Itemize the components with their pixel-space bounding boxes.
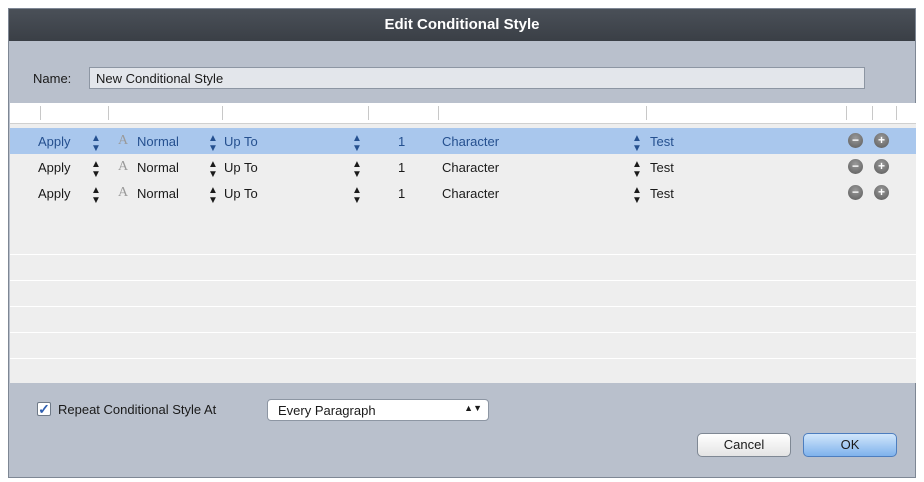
style-stepper-icon[interactable]: ▲ ▼	[208, 134, 218, 154]
mode-stepper-icon[interactable]: ▲ ▼	[352, 160, 362, 180]
character-style-icon: A	[118, 159, 129, 174]
minus-icon[interactable]: −	[848, 185, 863, 200]
apply-label: Apply	[38, 134, 71, 149]
character-style-icon: A	[118, 185, 129, 200]
edit-conditional-style-dialog: Edit Conditional Style Name: Apply ▲▼ A …	[8, 8, 916, 478]
count-field[interactable]: 1	[398, 186, 405, 201]
ok-button[interactable]: OK	[803, 433, 897, 457]
repeat-at-value: Every Paragraph	[278, 403, 376, 418]
apply-stepper-icon[interactable]: ▲ ▼	[91, 134, 101, 154]
conditions-table: Apply ▲ ▼ A Normal ▲ ▼ Up To ▲ ▼ 1 Characte…	[10, 103, 916, 383]
style-select[interactable]: Normal	[137, 186, 179, 201]
unit-stepper-icon[interactable]: ▲ ▼	[632, 160, 642, 180]
style-stepper-icon[interactable]: ▲ ▼	[208, 160, 218, 180]
apply-label: Apply	[38, 160, 71, 175]
target-select[interactable]: Test	[650, 186, 674, 201]
unit-stepper-icon[interactable]: ▲ ▼	[632, 134, 642, 154]
apply-stepper-icon[interactable]: ▲ ▼	[91, 186, 101, 206]
name-input[interactable]	[89, 67, 865, 89]
mode-select[interactable]: Up To	[224, 134, 258, 149]
unit-stepper-icon[interactable]: ▲ ▼	[632, 186, 642, 206]
target-select[interactable]: Test	[650, 134, 674, 149]
plus-icon[interactable]: +	[874, 159, 889, 174]
style-stepper-icon[interactable]: ▲ ▼	[208, 186, 218, 206]
repeat-label: Repeat Conditional Style At	[58, 402, 217, 417]
style-select[interactable]: Normal	[137, 134, 179, 149]
count-field[interactable]: 1	[398, 160, 405, 175]
unit-select[interactable]: Character	[442, 160, 499, 175]
table-row[interactable]: Apply ▲ ▼ A Normal ▲ ▼ Up To ▲ ▼ 1 Characte…	[10, 180, 916, 206]
target-select[interactable]: Test	[650, 160, 674, 175]
cancel-button[interactable]: Cancel	[697, 433, 791, 457]
apply-stepper-icon[interactable]: ▲ ▼	[91, 160, 101, 180]
plus-icon[interactable]: +	[874, 133, 889, 148]
plus-icon[interactable]: +	[874, 185, 889, 200]
mode-select[interactable]: Up To	[224, 160, 258, 175]
style-select[interactable]: Normal	[137, 160, 179, 175]
table-row[interactable]: Apply ▲ ▼ A Normal ▲ ▼ Up To ▲ ▼ 1 Characte…	[10, 128, 916, 154]
name-label: Name:	[33, 71, 72, 86]
mode-stepper-icon[interactable]: ▲ ▼	[352, 186, 362, 206]
minus-icon[interactable]: −	[848, 159, 863, 174]
dialog-title: Edit Conditional Style	[9, 9, 915, 41]
apply-label: Apply	[38, 186, 71, 201]
repeat-checkbox[interactable]: ✓	[37, 402, 51, 416]
table-row[interactable]: Apply ▲ ▼ A Normal ▲ ▼ Up To ▲ ▼ 1 Characte…	[10, 154, 916, 180]
unit-select[interactable]: Character	[442, 134, 499, 149]
unit-select[interactable]: Character	[442, 186, 499, 201]
mode-select[interactable]: Up To	[224, 186, 258, 201]
table-header	[10, 103, 916, 124]
chevron-updown-icon: ▲▼	[464, 403, 482, 413]
repeat-at-select[interactable]: Every Paragraph ▲▼	[267, 399, 489, 421]
character-style-icon: A	[118, 133, 129, 148]
minus-icon[interactable]: −	[848, 133, 863, 148]
mode-stepper-icon[interactable]: ▲ ▼	[352, 134, 362, 154]
count-field[interactable]: 1	[398, 134, 405, 149]
